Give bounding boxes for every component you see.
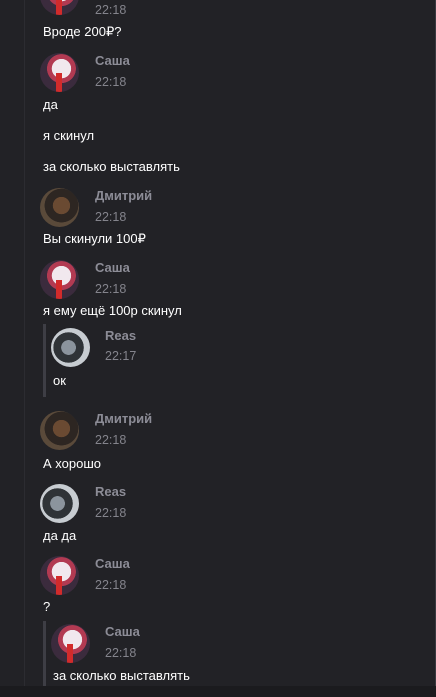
author-name[interactable]: Саша — [95, 556, 130, 571]
avatar[interactable] — [40, 411, 79, 450]
avatar[interactable] — [40, 0, 79, 15]
author-name[interactable]: Дмитрий — [95, 188, 152, 203]
author-name[interactable]: Reas — [105, 328, 136, 343]
avatar[interactable] — [40, 556, 79, 595]
author-name[interactable]: Reas — [95, 484, 126, 499]
message-text: да — [43, 97, 58, 112]
quote-bar — [43, 621, 46, 686]
avatar[interactable] — [51, 624, 90, 663]
message-text: я скинул — [43, 128, 95, 143]
author-name[interactable]: Саша — [95, 260, 130, 275]
message-text: ? — [43, 599, 51, 614]
message-time: 22:18 — [95, 282, 127, 296]
message-time: 22:18 — [95, 210, 127, 224]
message-time: 22:18 — [95, 433, 127, 447]
avatar[interactable] — [40, 260, 79, 299]
avatar[interactable] — [40, 484, 79, 523]
message-time: 22:18 — [95, 578, 127, 592]
message-text: да да — [43, 528, 77, 543]
message-time: 22:18 — [105, 646, 137, 660]
message-text: ок — [53, 373, 66, 388]
message-text: за сколько выставлять — [53, 668, 190, 683]
avatar[interactable] — [40, 53, 79, 92]
avatar[interactable] — [40, 188, 79, 227]
quote-bar — [43, 324, 46, 397]
message-text: за сколько выставлять — [43, 159, 180, 174]
author-name[interactable]: Дмитрий — [95, 411, 152, 426]
message-feed[interactable]: 22:18 Вроде 200₽? Саша 22:18 да я скинул… — [0, 0, 436, 697]
avatar[interactable] — [51, 328, 90, 367]
bottom-bar — [0, 686, 436, 697]
author-name[interactable]: Саша — [105, 624, 140, 639]
message-time: 22:18 — [95, 75, 127, 89]
message-text: А хорошо — [43, 456, 101, 471]
message-text: я ему ещё 100р скинул — [43, 303, 182, 318]
author-name[interactable]: Саша — [95, 53, 130, 68]
message-time: 22:18 — [95, 506, 127, 520]
message-text: Вроде 200₽? — [43, 24, 122, 39]
message-time: 22:17 — [105, 349, 137, 363]
message-text: Вы скинули 100₽ — [43, 231, 146, 246]
message-time: 22:18 — [95, 3, 127, 17]
